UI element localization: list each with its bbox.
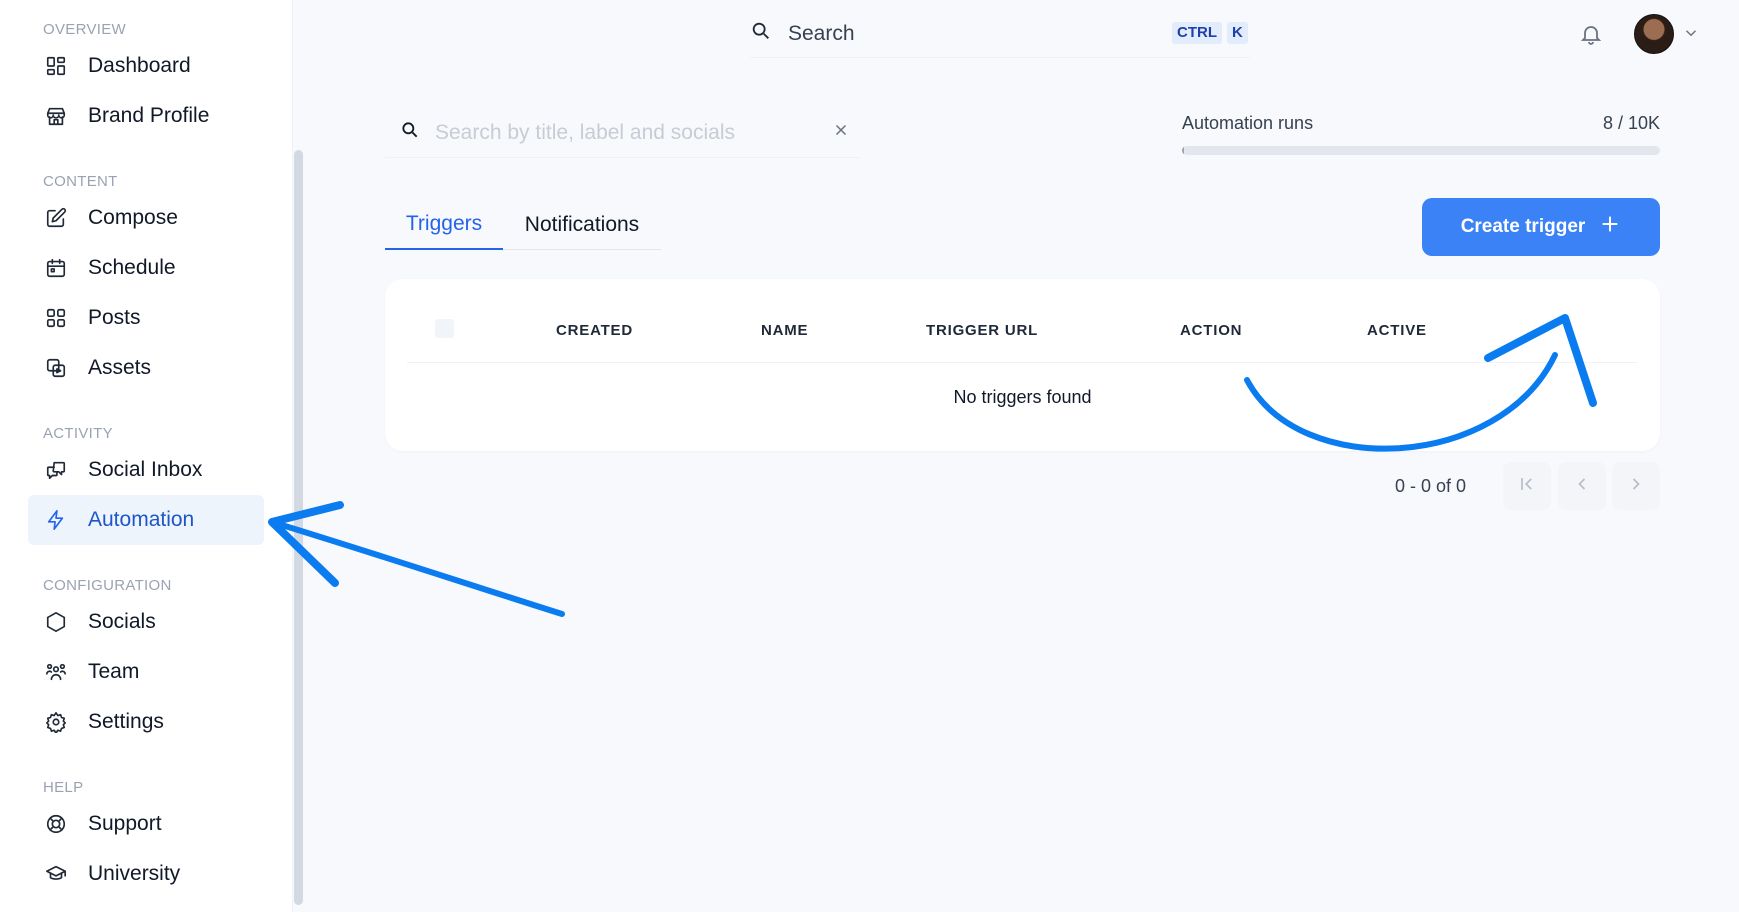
sidebar-item-assets[interactable]: Assets (28, 343, 264, 393)
trigger-search-field[interactable] (385, 108, 860, 158)
column-header-created[interactable]: CREATED (556, 322, 633, 339)
sidebar-item-label: Posts (88, 306, 141, 329)
sidebar-item-label: Socials (88, 610, 156, 633)
sidebar-item-label: Compose (88, 206, 178, 229)
column-header-active[interactable]: ACTIVE (1367, 322, 1427, 339)
section-activity: ACTIVITY (43, 425, 113, 442)
bell-icon[interactable] (1579, 22, 1603, 51)
select-all-checkbox[interactable] (435, 319, 454, 338)
chat-icon (44, 458, 68, 482)
sidebar-item-label: Dashboard (88, 54, 191, 77)
avatar[interactable] (1634, 14, 1674, 54)
hexagon-icon (44, 610, 68, 634)
chevron-left-icon (1572, 474, 1592, 499)
section-configuration: CONFIGURATION (43, 577, 172, 594)
close-icon[interactable] (832, 121, 850, 144)
sidebar-item-dashboard[interactable]: Dashboard (28, 41, 264, 91)
pagination-range: 0 - 0 of 0 (1395, 476, 1467, 496)
sidebar-scrollbar[interactable] (294, 150, 303, 905)
next-page-button[interactable] (1612, 462, 1660, 510)
column-header-trigger-url[interactable]: TRIGGER URL (926, 322, 1038, 339)
header-divider (407, 362, 1637, 363)
assets-icon (44, 356, 68, 380)
search-icon (400, 120, 420, 145)
sidebar-item-social-inbox[interactable]: Social Inbox (28, 445, 264, 495)
sidebar-item-label: Schedule (88, 256, 176, 279)
sidebar-item-schedule[interactable]: Schedule (28, 243, 264, 293)
sidebar-item-socials[interactable]: Socials (28, 597, 264, 647)
section-content: CONTENT (43, 173, 118, 190)
section-overview: OVERVIEW (43, 21, 126, 38)
lifebuoy-icon (44, 812, 68, 836)
search-icon (750, 20, 772, 47)
previous-page-button[interactable] (1558, 462, 1606, 510)
sidebar-item-label: Assets (88, 356, 152, 379)
arrow-to-automation (269, 519, 565, 617)
automation-runs-label: Automation runs (1182, 113, 1314, 133)
global-search-label: Search (788, 21, 855, 45)
store-icon (44, 104, 68, 128)
automation-runs-progress-fill (1182, 146, 1184, 155)
sidebar-item-label: Settings (88, 710, 164, 733)
empty-state-message: No triggers found (953, 387, 1092, 407)
dashboard-icon (44, 54, 68, 78)
sidebar-item-label: University (88, 862, 181, 885)
sidebar-item-brand-profile[interactable]: Brand Profile (28, 91, 264, 141)
sidebar-item-label: Brand Profile (88, 104, 210, 127)
lightning-icon (44, 508, 68, 532)
sidebar-item-automation[interactable]: Automation (28, 495, 264, 545)
shortcut-k-badge: K (1227, 22, 1248, 44)
first-page-button[interactable] (1503, 462, 1551, 510)
column-header-action[interactable]: ACTION (1180, 322, 1242, 339)
sidebar: OVERVIEW Dashboard Brand Profile CONTENT… (0, 0, 293, 912)
pencil-icon (44, 206, 68, 230)
sidebar-item-settings[interactable]: Settings (28, 697, 264, 747)
sidebar-item-label: Social Inbox (88, 458, 203, 481)
sidebar-item-support[interactable]: Support (28, 799, 264, 849)
calendar-icon (44, 256, 68, 280)
column-header-name[interactable]: NAME (761, 322, 808, 339)
sidebar-item-label: Team (88, 660, 140, 683)
gear-icon (44, 710, 68, 734)
chevron-down-icon[interactable] (1682, 24, 1700, 47)
grid-icon (44, 306, 68, 330)
shortcut-ctrl-badge: CTRL (1172, 22, 1222, 44)
first-page-icon (1517, 474, 1537, 499)
graduation-cap-icon (44, 862, 68, 886)
automation-runs-value: 8 / 10K (1602, 113, 1660, 133)
tab-bar: Triggers Notifications (385, 200, 661, 250)
trigger-search-input[interactable] (435, 120, 815, 145)
tab-notifications[interactable]: Notifications (503, 200, 661, 250)
sidebar-item-university[interactable]: University (28, 849, 264, 899)
create-trigger-label: Create trigger (1460, 216, 1586, 237)
chevron-right-icon (1626, 474, 1646, 499)
sidebar-item-label: Automation (88, 508, 195, 531)
global-search[interactable]: Search CTRL K (750, 10, 1250, 58)
section-help: HELP (43, 779, 84, 796)
team-icon (44, 660, 68, 684)
plus-icon (1599, 213, 1621, 241)
sidebar-item-posts[interactable]: Posts (28, 293, 264, 343)
triggers-table: CREATED NAME TRIGGER URL ACTION ACTIVE N… (385, 279, 1660, 451)
sidebar-item-label: Support (88, 812, 162, 835)
sidebar-item-compose[interactable]: Compose (28, 193, 264, 243)
automation-runs-progress (1182, 146, 1660, 155)
create-trigger-button[interactable]: Create trigger (1422, 198, 1660, 256)
sidebar-item-team[interactable]: Team (28, 647, 264, 697)
tab-triggers[interactable]: Triggers (385, 200, 503, 250)
